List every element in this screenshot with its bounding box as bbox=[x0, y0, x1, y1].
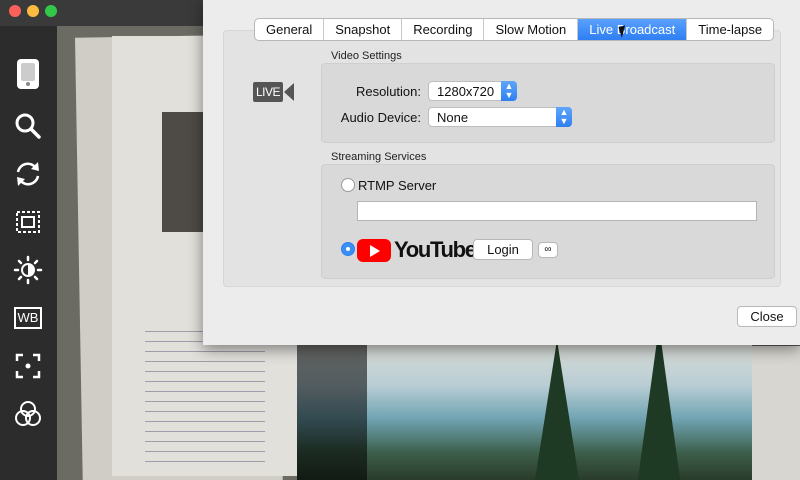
device-icon[interactable] bbox=[10, 56, 46, 92]
youtube-radio[interactable] bbox=[341, 242, 355, 256]
minimize-window-button[interactable] bbox=[27, 5, 39, 17]
login-button[interactable]: Login bbox=[473, 239, 533, 260]
audio-device-value: None bbox=[437, 110, 469, 125]
magnifier-icon[interactable] bbox=[10, 108, 46, 144]
camera-lens-icon bbox=[284, 83, 295, 101]
pine-tree-shape bbox=[637, 326, 681, 480]
color-circles-icon[interactable] bbox=[10, 396, 46, 432]
popup-arrows-icon: ▲ ▼ bbox=[501, 81, 517, 101]
tab-snapshot[interactable]: Snapshot bbox=[324, 19, 403, 40]
popup-arrows-icon: ▲ ▼ bbox=[556, 107, 572, 127]
preferences-tab-bar: General Snapshot Recording Slow Motion L… bbox=[254, 18, 775, 41]
tab-time-lapse[interactable]: Time-lapse bbox=[687, 19, 773, 40]
tab-slow-motion[interactable]: Slow Motion bbox=[484, 19, 579, 40]
audio-device-label: Audio Device: bbox=[340, 110, 421, 125]
youtube-play-icon bbox=[357, 238, 391, 262]
rtmp-server-label: RTMP Server bbox=[358, 178, 437, 193]
youtube-wordmark: YouTube bbox=[394, 237, 477, 262]
link-button[interactable]: ∞ bbox=[538, 242, 558, 258]
white-balance-icon[interactable]: WB bbox=[10, 300, 46, 336]
painting-shadow bbox=[297, 345, 367, 480]
rotate-icon[interactable] bbox=[10, 156, 46, 192]
tool-sidebar: WB bbox=[0, 26, 57, 480]
brightness-icon[interactable] bbox=[10, 252, 46, 288]
live-icon-text: LIVE bbox=[253, 82, 284, 102]
video-settings-group bbox=[321, 63, 775, 143]
white-balance-label: WB bbox=[13, 307, 43, 329]
live-camera-icon: LIVE bbox=[253, 82, 295, 102]
document-page-right bbox=[752, 346, 800, 480]
resolution-label: Resolution: bbox=[355, 84, 421, 99]
crop-icon[interactable] bbox=[10, 204, 46, 240]
rtmp-server-radio[interactable] bbox=[341, 178, 355, 192]
tab-live-broadcast[interactable]: Live Broadcast bbox=[578, 19, 688, 40]
close-button[interactable]: Close bbox=[737, 306, 797, 327]
streaming-services-title: Streaming Services bbox=[331, 151, 427, 163]
rtmp-server-field[interactable] bbox=[357, 201, 757, 221]
title-bar bbox=[0, 0, 205, 26]
audio-device-select[interactable]: None ▲ ▼ bbox=[428, 107, 572, 127]
preferences-sheet: General Snapshot Recording Slow Motion L… bbox=[203, 0, 800, 345]
video-settings-title: Video Settings bbox=[331, 50, 402, 62]
resolution-value: 1280x720 bbox=[437, 84, 495, 99]
pine-tree-shape bbox=[535, 340, 579, 480]
resolution-select[interactable]: 1280x720 ▲ ▼ bbox=[428, 81, 517, 101]
focus-icon[interactable] bbox=[10, 348, 46, 384]
close-window-button[interactable] bbox=[9, 5, 21, 17]
tab-general[interactable]: General bbox=[255, 19, 325, 40]
zoom-window-button[interactable] bbox=[45, 5, 57, 17]
youtube-logo: YouTube bbox=[357, 237, 477, 263]
tab-recording[interactable]: Recording bbox=[402, 19, 485, 40]
document-photo bbox=[162, 112, 204, 232]
